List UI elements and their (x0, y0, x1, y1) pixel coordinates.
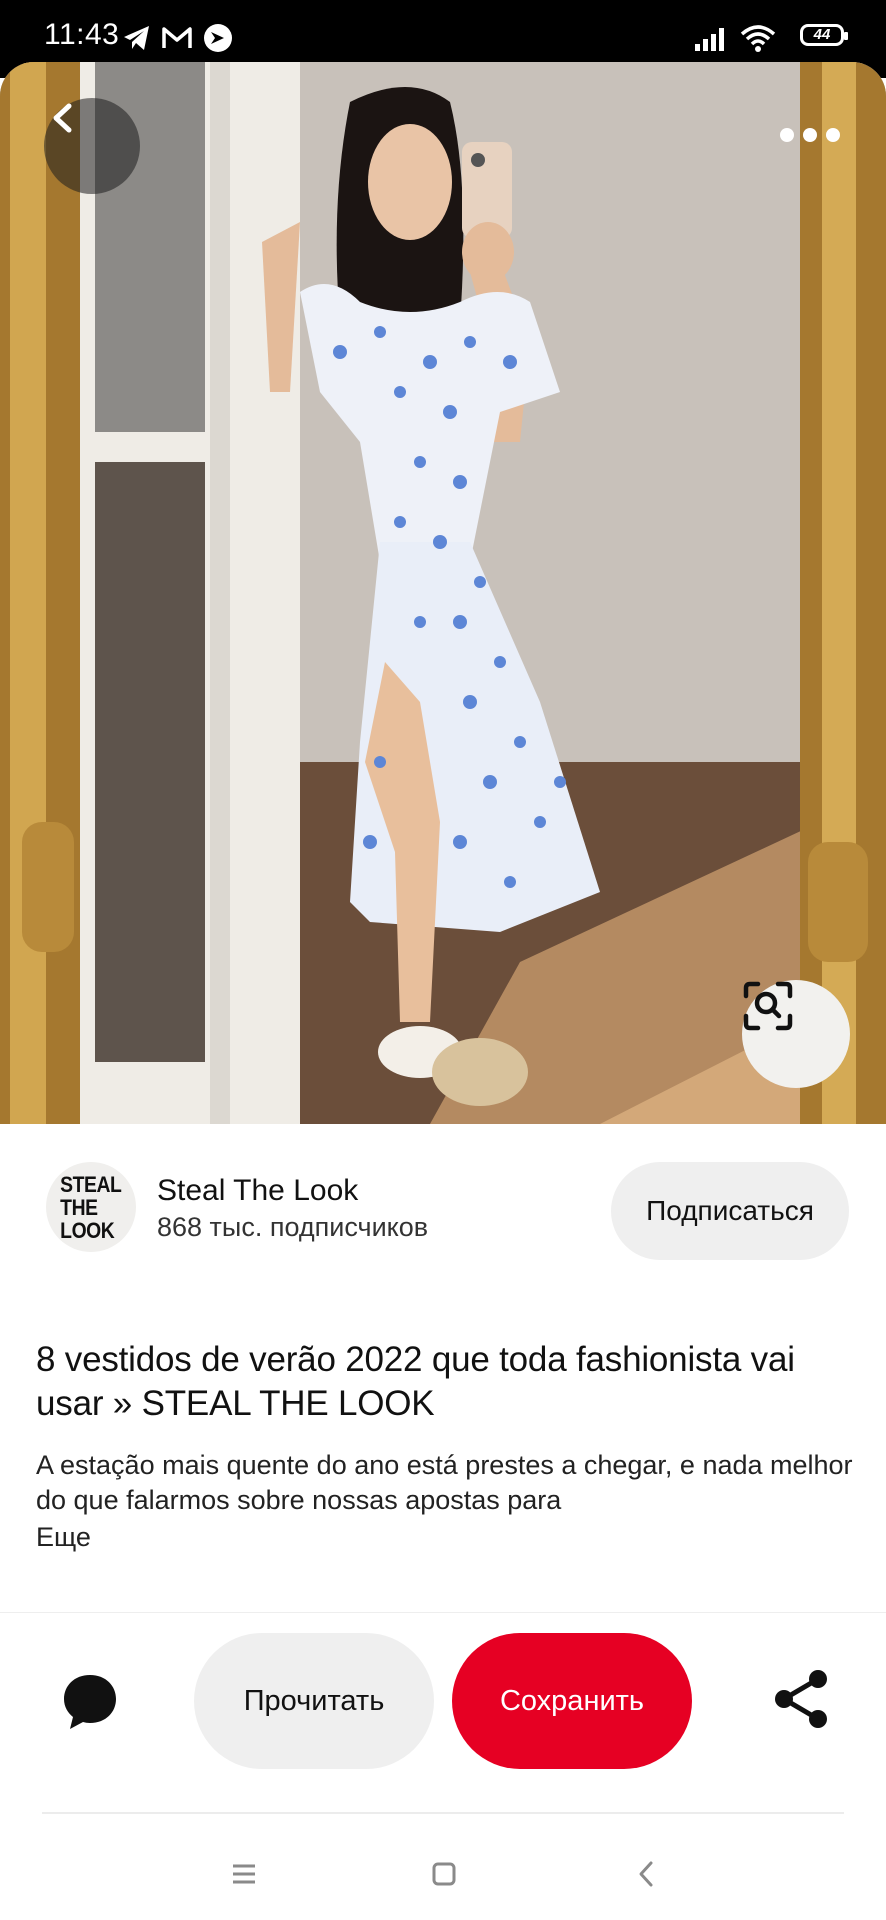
home-button[interactable] (422, 1852, 466, 1896)
visual-search-icon (743, 981, 793, 1031)
follow-button[interactable]: Подписаться (611, 1162, 849, 1260)
more-options-button[interactable] (780, 120, 840, 150)
square-icon (432, 1862, 456, 1886)
visual-search-button[interactable] (742, 980, 850, 1088)
gmail-icon (162, 27, 192, 48)
chevron-left-icon (639, 1861, 653, 1887)
system-back-button[interactable] (624, 1852, 668, 1896)
share-icon[interactable] (772, 1669, 832, 1729)
save-button[interactable]: Сохранить (452, 1633, 692, 1769)
follower-count: 868 тыс. подписчиков (157, 1212, 429, 1242)
wifi-icon (740, 25, 776, 52)
more-dots-icon (780, 128, 794, 142)
clock: 11:43 (44, 18, 120, 51)
comment-icon[interactable] (58, 1669, 122, 1733)
more-link[interactable]: Еще (36, 1522, 91, 1553)
menu-icon (233, 1864, 255, 1884)
read-button[interactable]: Прочитать (194, 1633, 434, 1769)
avatar-logo: STEAL THE LOOK (60, 1171, 122, 1243)
vpn-icon (204, 24, 232, 52)
recents-button[interactable] (222, 1852, 266, 1896)
back-button[interactable] (44, 98, 140, 194)
pin-photo (0, 62, 886, 1124)
telegram-icon (124, 26, 149, 50)
action-bar: Прочитать Сохранить (0, 1612, 886, 1813)
chevron-left-icon (53, 103, 72, 133)
pin-description: A estação mais quente do ano está preste… (36, 1450, 853, 1515)
system-nav-bar (0, 1830, 886, 1920)
creator-name[interactable]: Steal The Look (157, 1174, 358, 1208)
creator-row: STEAL THE LOOK Steal The Look 868 тыс. п… (0, 1160, 886, 1270)
battery-icon: 44 (800, 24, 848, 46)
signal-icon (695, 28, 724, 51)
creator-avatar[interactable]: STEAL THE LOOK (46, 1162, 136, 1252)
pin-title: 8 vestidos de verão 2022 que toda fashio… (36, 1340, 795, 1423)
pin-image[interactable] (0, 62, 886, 1124)
divider (42, 1812, 844, 1814)
